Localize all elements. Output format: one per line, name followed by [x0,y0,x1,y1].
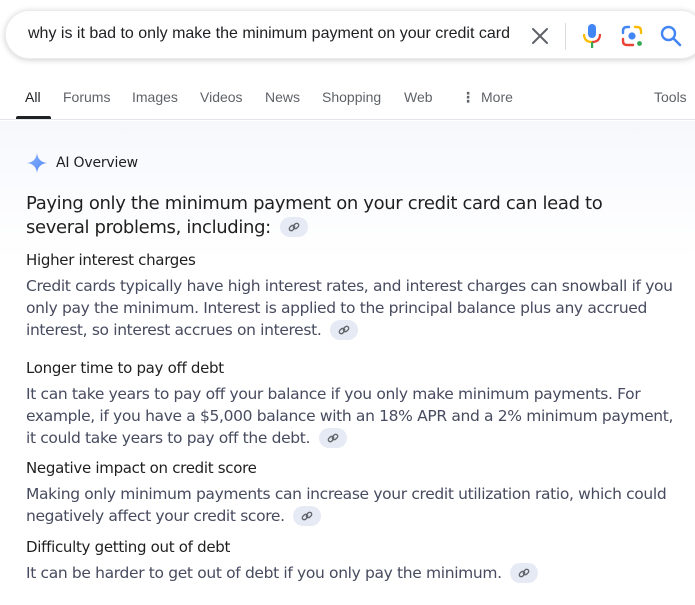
source-link-chip[interactable] [329,319,358,340]
ai-overview-title: AI Overview [56,155,138,171]
search-icon [660,25,682,47]
tab-more[interactable]: ⋮ More [461,89,513,106]
search-divider [565,23,566,50]
search-tabs: All Forums Images Videos News Shopping W… [0,78,695,120]
tab-forums[interactable]: Forums [63,89,110,105]
microphone-icon [582,24,602,48]
section-text: It can take years to pay off your balanc… [26,385,674,447]
search-submit-button[interactable] [658,23,684,49]
tab-news[interactable]: News [265,89,300,105]
section-body-difficulty-debt: It can be harder to get out of debt if y… [26,562,676,584]
section-title-longer-time: Longer time to pay off debt [26,359,224,377]
clear-search-button[interactable] [529,25,551,47]
link-icon [518,568,530,577]
tab-shopping[interactable]: Shopping [322,89,381,105]
search-input[interactable]: why is it bad to only make the minimum p… [28,25,510,43]
ai-overview-panel: AI Overview Paying only the minimum paym… [0,121,695,605]
section-title-higher-interest: Higher interest charges [26,251,196,269]
tools-button[interactable]: Tools [654,89,687,105]
search-bar: why is it bad to only make the minimum p… [5,10,695,59]
tab-more-label: More [481,89,513,105]
intro-text: Paying only the minimum payment on your … [26,193,603,238]
section-title-credit-score: Negative impact on credit score [26,459,257,477]
active-tab-indicator [16,116,51,119]
close-icon [532,28,548,44]
tab-images[interactable]: Images [132,89,178,105]
source-link-chip[interactable] [293,505,322,526]
tab-web[interactable]: Web [404,89,433,105]
tab-all[interactable]: All [25,89,41,105]
link-icon [327,433,339,442]
tab-videos[interactable]: Videos [200,89,243,105]
source-link-chip[interactable] [280,217,309,237]
voice-search-button[interactable] [580,23,604,49]
link-icon [301,511,313,520]
more-vert-icon: ⋮ [461,89,475,105]
ai-overview-intro: Paying only the minimum payment on your … [26,192,666,240]
link-icon [338,325,350,334]
camera-lens-icon [621,25,643,47]
link-icon [288,222,300,232]
lens-search-button[interactable] [619,23,645,49]
source-link-chip[interactable] [510,562,539,583]
sparkle-icon [27,153,47,173]
section-body-longer-time: It can take years to pay off your balanc… [26,383,676,449]
source-link-chip[interactable] [318,427,347,448]
section-text: Making only minimum payments can increas… [26,485,667,525]
section-body-credit-score: Making only minimum payments can increas… [26,483,676,527]
section-body-higher-interest: Credit cards typically have high interes… [26,275,676,341]
section-title-difficulty-debt: Difficulty getting out of debt [26,538,231,556]
section-text: It can be harder to get out of debt if y… [26,564,502,582]
